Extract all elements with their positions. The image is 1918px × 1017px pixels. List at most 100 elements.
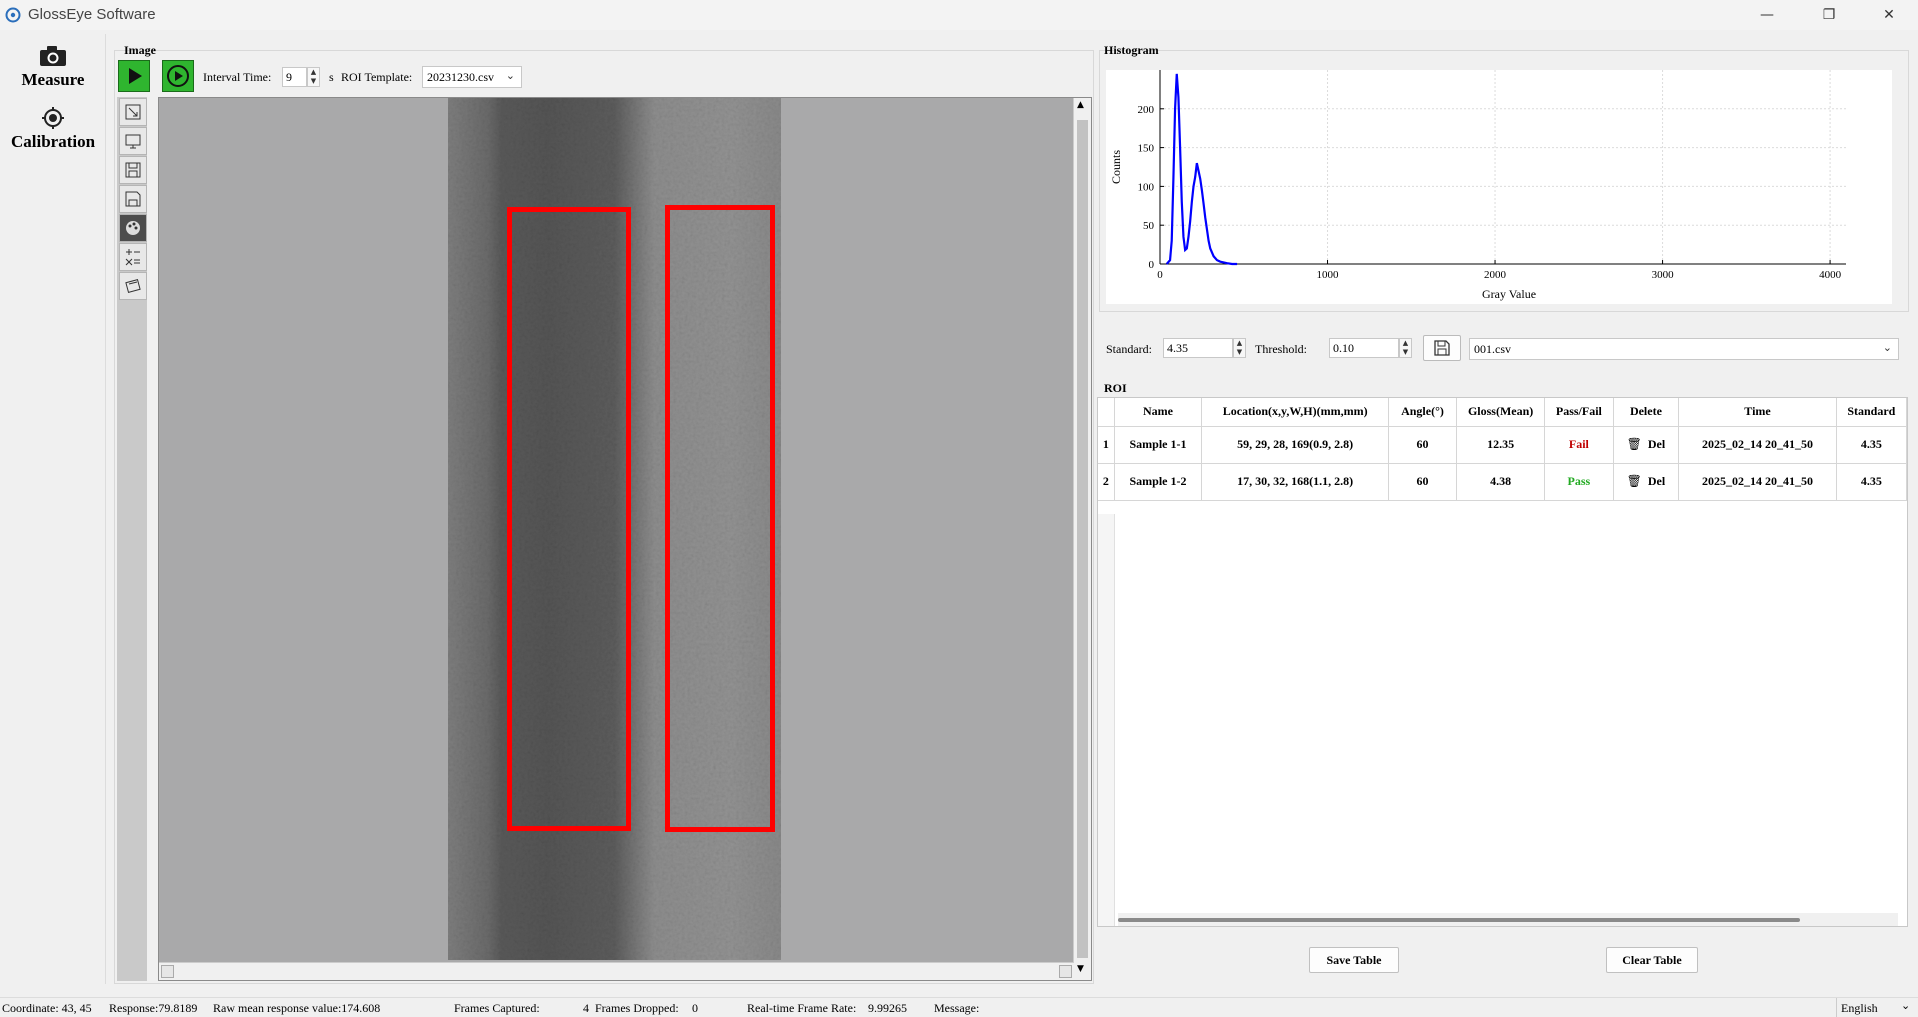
column-header-name[interactable]: Name bbox=[1114, 398, 1203, 427]
scroll-up-icon[interactable]: ▲ bbox=[1077, 100, 1084, 110]
cell-standard[interactable]: 4.35 bbox=[1836, 463, 1907, 501]
play-circle-icon bbox=[167, 65, 189, 87]
maximize-icon: ❐ bbox=[1822, 7, 1836, 23]
minimize-icon: — bbox=[1760, 7, 1774, 23]
standard-input[interactable]: 4.35 bbox=[1163, 338, 1233, 358]
image-viewer[interactable]: ▲ ▼ bbox=[158, 97, 1092, 981]
table-scroll-thumb[interactable] bbox=[1118, 918, 1800, 922]
table-row[interactable]: 1 Sample 1-1 59, 29, 28, 169(0.9, 2.8) 6… bbox=[1098, 426, 1907, 464]
column-header-time[interactable]: Time bbox=[1678, 398, 1837, 427]
calculate-button[interactable] bbox=[119, 243, 147, 271]
scroll-down-icon[interactable]: ▼ bbox=[1077, 964, 1084, 974]
threshold-spinner[interactable]: ▲ ▼ bbox=[1399, 338, 1412, 358]
title-bar: GlossEye Software — ❐ ✕ bbox=[0, 0, 1918, 30]
cell-standard[interactable]: 4.35 bbox=[1836, 426, 1907, 464]
cell-location[interactable]: 17, 30, 32, 168(1.1, 2.8) bbox=[1201, 463, 1389, 501]
x-axis-label: Gray Value bbox=[1482, 287, 1536, 301]
roi-template-value: 20231230.csv bbox=[427, 70, 494, 84]
close-button[interactable]: ✕ bbox=[1866, 0, 1912, 30]
cell-angle[interactable]: 60 bbox=[1388, 463, 1458, 501]
table-horizontal-scrollbar[interactable] bbox=[1118, 913, 1898, 926]
x-tick-label: 2000 bbox=[1484, 269, 1507, 281]
delete-button-label[interactable]: Del bbox=[1648, 474, 1665, 488]
cell-location[interactable]: 59, 29, 28, 169(0.9, 2.8) bbox=[1201, 426, 1389, 464]
target-icon bbox=[42, 107, 64, 129]
close-icon: ✕ bbox=[1883, 7, 1895, 23]
app-logo-icon bbox=[5, 7, 21, 23]
cell-time[interactable]: 2025_02_14 20_41_50 bbox=[1678, 426, 1837, 464]
roi-template-select[interactable]: 20231230.csv ⌄ bbox=[422, 66, 522, 88]
x-tick-label: 3000 bbox=[1652, 269, 1675, 281]
status-frames-captured-label: Frames Captured: bbox=[454, 1001, 540, 1015]
save-as-icon bbox=[125, 191, 141, 207]
row-number: 1 bbox=[1098, 426, 1115, 464]
interval-input[interactable]: 9 bbox=[282, 67, 307, 87]
delete-button-label[interactable]: Del bbox=[1648, 437, 1665, 451]
threshold-label: Threshold: bbox=[1255, 342, 1307, 356]
maximize-button[interactable]: ❐ bbox=[1806, 0, 1852, 30]
roi-draw-button[interactable] bbox=[119, 214, 147, 242]
save-standard-button[interactable] bbox=[1423, 335, 1461, 361]
save-image-button[interactable] bbox=[119, 156, 147, 184]
left-nav: Measure Calibration bbox=[0, 34, 106, 984]
roi-table: Name Location(x,y,W,H)(mm,mm) Angle(°) G… bbox=[1097, 397, 1908, 927]
vertical-scrollbar[interactable]: ▲ ▼ bbox=[1073, 98, 1091, 980]
standard-file-select[interactable]: 001.csv ⌄ bbox=[1469, 338, 1899, 360]
column-header-location[interactable]: Location(x,y,W,H)(mm,mm) bbox=[1201, 398, 1389, 427]
status-message-label: Message: bbox=[934, 1001, 980, 1015]
nav-calibration[interactable]: Calibration bbox=[0, 106, 106, 162]
histogram-series-line bbox=[1165, 73, 1238, 266]
scroll-left-button[interactable] bbox=[161, 965, 174, 978]
column-header-delete[interactable]: Delete bbox=[1613, 398, 1680, 427]
cell-result[interactable]: Fail bbox=[1544, 426, 1614, 464]
trash-icon[interactable]: 🗑 bbox=[1627, 474, 1642, 488]
roi-rect-1[interactable] bbox=[507, 207, 631, 831]
chevron-down-icon: ⌄ bbox=[1901, 999, 1911, 1012]
save-as-button[interactable] bbox=[119, 185, 147, 213]
status-frames-captured: 4 bbox=[583, 1001, 589, 1015]
cell-result[interactable]: Pass bbox=[1544, 463, 1614, 501]
corner-cell bbox=[1098, 398, 1115, 427]
column-header-gloss[interactable]: Gloss(Mean) bbox=[1456, 398, 1546, 427]
y-tick-label: 50 bbox=[1143, 220, 1155, 232]
cell-gloss[interactable]: 4.38 bbox=[1456, 463, 1546, 501]
play-button[interactable] bbox=[118, 60, 150, 92]
delete-cell[interactable]: 🗑 Del bbox=[1613, 463, 1680, 501]
threshold-input[interactable]: 0.10 bbox=[1329, 338, 1399, 358]
column-header-result[interactable]: Pass/Fail bbox=[1544, 398, 1614, 427]
display-button[interactable] bbox=[119, 127, 147, 155]
language-select[interactable]: English ⌄ bbox=[1836, 998, 1916, 1017]
column-header-standard[interactable]: Standard bbox=[1836, 398, 1907, 427]
x-tick-label: 4000 bbox=[1819, 269, 1842, 281]
vertical-scroll-thumb[interactable] bbox=[1077, 120, 1088, 958]
cell-name[interactable]: Sample 1-1 bbox=[1114, 426, 1203, 464]
scroll-right-button[interactable] bbox=[1059, 965, 1072, 978]
x-tick-label: 1000 bbox=[1317, 269, 1340, 281]
cell-gloss[interactable]: 12.35 bbox=[1456, 426, 1546, 464]
y-axis-label: Counts bbox=[1109, 150, 1123, 184]
language-value: English bbox=[1841, 1001, 1878, 1015]
standard-spinner[interactable]: ▲ ▼ bbox=[1233, 338, 1246, 358]
status-frame-rate-label: Real-time Frame Rate: bbox=[747, 1001, 857, 1015]
clear-table-button[interactable]: Clear Table bbox=[1606, 947, 1698, 973]
cell-angle[interactable]: 60 bbox=[1388, 426, 1458, 464]
nav-measure[interactable]: Measure bbox=[0, 44, 106, 100]
camera-icon bbox=[40, 46, 66, 66]
minimize-button[interactable]: — bbox=[1744, 0, 1790, 30]
delete-cell[interactable]: 🗑 Del bbox=[1613, 426, 1680, 464]
save-table-button[interactable]: Save Table bbox=[1309, 947, 1399, 973]
horizontal-scrollbar[interactable] bbox=[159, 962, 1074, 980]
cell-time[interactable]: 2025_02_14 20_41_50 bbox=[1678, 463, 1837, 501]
column-header-angle[interactable]: Angle(°) bbox=[1388, 398, 1458, 427]
fit-window-button[interactable] bbox=[119, 98, 147, 126]
roi-rect-2[interactable] bbox=[665, 205, 775, 832]
table-row[interactable]: 2 Sample 1-2 17, 30, 32, 168(1.1, 2.8) 6… bbox=[1098, 463, 1907, 501]
palette-icon bbox=[126, 221, 140, 235]
cell-name[interactable]: Sample 1-2 bbox=[1114, 463, 1203, 501]
floppy-disk-icon bbox=[1434, 340, 1450, 356]
nav-calibration-label: Calibration bbox=[10, 132, 96, 151]
auto-play-button[interactable] bbox=[162, 60, 194, 92]
ruler-button[interactable] bbox=[119, 272, 147, 300]
trash-icon[interactable]: 🗑 bbox=[1627, 437, 1642, 451]
interval-spinner[interactable]: ▲ ▼ bbox=[307, 67, 320, 87]
